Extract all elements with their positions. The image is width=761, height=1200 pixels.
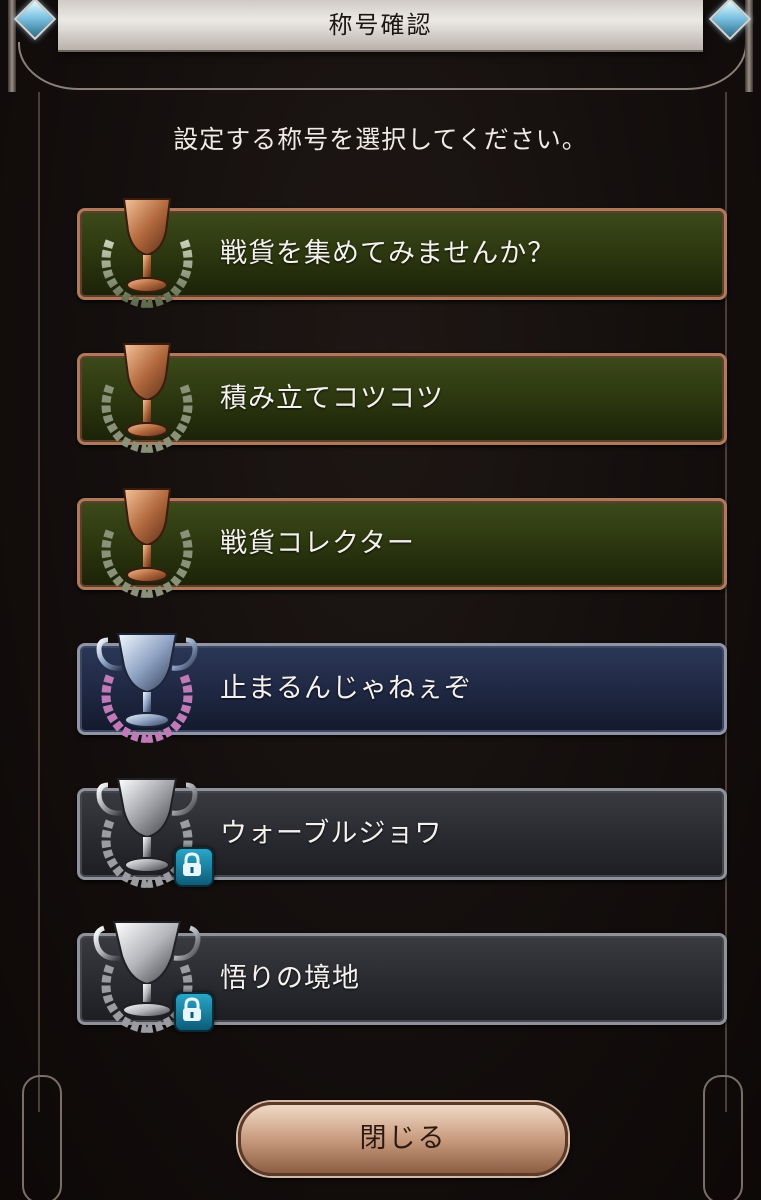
- silver-trophy-icon: [92, 626, 202, 744]
- lock-icon: [174, 847, 214, 887]
- dialog-header: 称号確認: [0, 0, 761, 92]
- dialog-title: 称号確認: [328, 11, 433, 39]
- bronze-trophy-icon: [92, 336, 202, 454]
- title-label: ウォーブルジョワ: [220, 818, 443, 849]
- title-item[interactable]: 悟りの境地: [77, 921, 727, 1033]
- title-item[interactable]: 止まるんじゃねぇぞ: [77, 633, 727, 743]
- title-label: 止まるんじゃねぇぞ: [220, 673, 472, 704]
- bronze-trophy-icon: [92, 481, 202, 599]
- screen: 称号確認 設定する称号を選択してください。 戦貨を集めてみませんか？ 積み立てコ…: [0, 0, 761, 1200]
- title-item[interactable]: 戦貨を集めてみませんか？: [77, 198, 727, 308]
- bronze-trophy-icon: [92, 191, 202, 309]
- title-label: 戦貨を集めてみませんか？: [220, 238, 556, 269]
- left-bottom-ornament: [22, 1075, 62, 1200]
- title-item[interactable]: 戦貨コレクター: [77, 488, 727, 598]
- title-label: 悟りの境地: [220, 963, 360, 994]
- lock-icon: [174, 992, 214, 1032]
- title-item[interactable]: ウォーブルジョワ: [77, 778, 727, 888]
- right-bottom-ornament: [703, 1075, 743, 1200]
- title-label: 積み立てコツコツ: [220, 383, 444, 414]
- title-label: 戦貨コレクター: [220, 528, 415, 559]
- title-item[interactable]: 積み立てコツコツ: [77, 343, 727, 453]
- close-button[interactable]: 閉じる: [238, 1102, 568, 1176]
- close-button-label: 閉じる: [359, 1123, 447, 1154]
- dialog-prompt: 設定する称号を選択してください。: [173, 125, 588, 154]
